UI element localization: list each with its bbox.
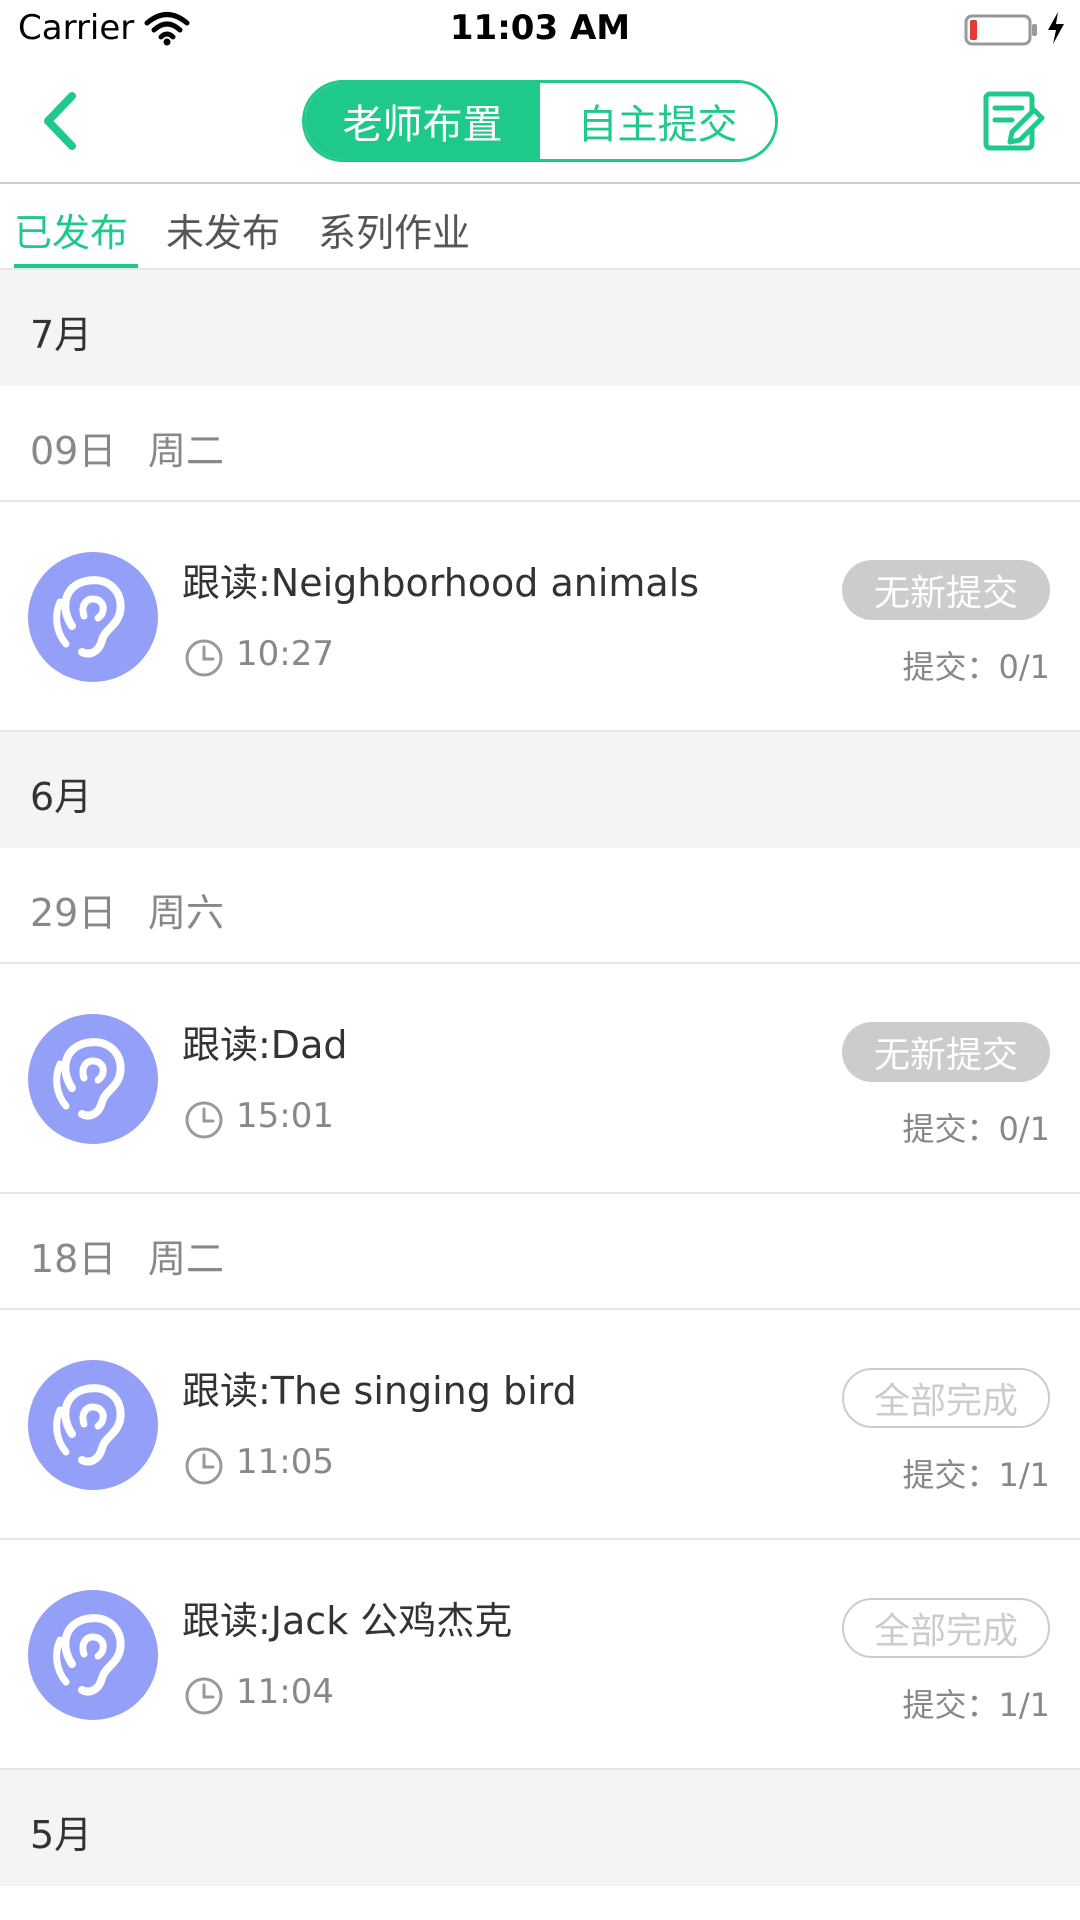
month-label: 5月 bbox=[30, 1813, 93, 1857]
month-header: 6月 bbox=[0, 732, 1080, 848]
submission-count: 提交：1/1 bbox=[902, 1456, 1050, 1494]
status-badge: 无新提交 bbox=[842, 560, 1050, 620]
month-header: 5月 bbox=[0, 1770, 1080, 1886]
battery-icon bbox=[964, 14, 1037, 46]
task-row[interactable]: 跟读:Neighborhood animals 10:27 无新提交 提交：0/… bbox=[0, 502, 1080, 732]
month-header: 7月 bbox=[0, 270, 1080, 386]
task-row[interactable]: 跟读:The singing bird 11:05 全部完成 提交：1/1 bbox=[0, 1310, 1080, 1540]
day-header: 18日 周二 bbox=[0, 1194, 1080, 1310]
active-tab-indicator bbox=[14, 264, 138, 268]
status-time: 11:03 AM bbox=[449, 8, 631, 48]
edit-note-icon[interactable] bbox=[980, 88, 1046, 154]
task-time: 10:27 bbox=[236, 634, 334, 674]
day-date: 18日 bbox=[30, 1237, 117, 1281]
ear-icon bbox=[28, 1014, 158, 1144]
task-time: 11:05 bbox=[236, 1442, 334, 1482]
status-bar: Carrier 11:03 AM bbox=[0, 0, 1080, 60]
month-label: 6月 bbox=[30, 775, 93, 819]
status-tabs: 已发布 未发布 系列作业 bbox=[0, 184, 1080, 270]
back-button[interactable] bbox=[30, 86, 90, 156]
clock-icon bbox=[185, 1447, 223, 1485]
ear-icon bbox=[28, 1360, 158, 1490]
day-date: 29日 bbox=[30, 891, 117, 935]
status-badge: 全部完成 bbox=[842, 1368, 1050, 1428]
task-time: 11:04 bbox=[236, 1672, 334, 1712]
submission-count: 提交：1/1 bbox=[902, 1686, 1050, 1724]
charging-bolt-icon bbox=[1048, 12, 1064, 44]
tab-series-homework[interactable]: 系列作业 bbox=[318, 202, 470, 257]
nav-bar: 老师布置 自主提交 bbox=[0, 60, 1080, 184]
task-title: 跟读:Jack 公鸡杰克 bbox=[182, 1599, 513, 1643]
day-weekday: 周二 bbox=[148, 1237, 225, 1281]
task-title: 跟读:Neighborhood animals bbox=[182, 561, 700, 605]
ear-icon bbox=[28, 552, 158, 682]
task-time: 15:01 bbox=[236, 1096, 334, 1136]
task-row[interactable]: 跟读:Dad 15:01 无新提交 提交：0/1 bbox=[0, 964, 1080, 1194]
assignment-source-segment: 老师布置 自主提交 bbox=[302, 80, 778, 162]
status-badge: 无新提交 bbox=[842, 1022, 1050, 1082]
clock-icon bbox=[185, 639, 223, 677]
submission-count: 提交：0/1 bbox=[902, 1110, 1050, 1148]
segment-teacher-assigned[interactable]: 老师布置 bbox=[305, 83, 540, 159]
day-weekday: 周六 bbox=[148, 891, 225, 935]
month-label: 7月 bbox=[30, 313, 93, 357]
submission-count: 提交：0/1 bbox=[902, 648, 1050, 686]
status-badge: 全部完成 bbox=[842, 1598, 1050, 1658]
day-weekday: 周二 bbox=[148, 429, 225, 473]
task-row[interactable]: 跟读:Jack 公鸡杰克 11:04 全部完成 提交：1/1 bbox=[0, 1540, 1080, 1770]
day-header: 09日 周二 bbox=[0, 386, 1080, 502]
clock-icon bbox=[185, 1101, 223, 1139]
day-header: 29日 周六 bbox=[0, 848, 1080, 964]
day-date: 09日 bbox=[30, 429, 117, 473]
task-title: 跟读:The singing bird bbox=[182, 1369, 577, 1413]
segment-self-submitted[interactable]: 自主提交 bbox=[540, 83, 775, 159]
clock-icon bbox=[185, 1677, 223, 1715]
ear-icon bbox=[28, 1590, 158, 1720]
task-title: 跟读:Dad bbox=[182, 1023, 348, 1067]
tab-published[interactable]: 已发布 bbox=[14, 202, 128, 257]
tab-unpublished[interactable]: 未发布 bbox=[166, 202, 280, 257]
